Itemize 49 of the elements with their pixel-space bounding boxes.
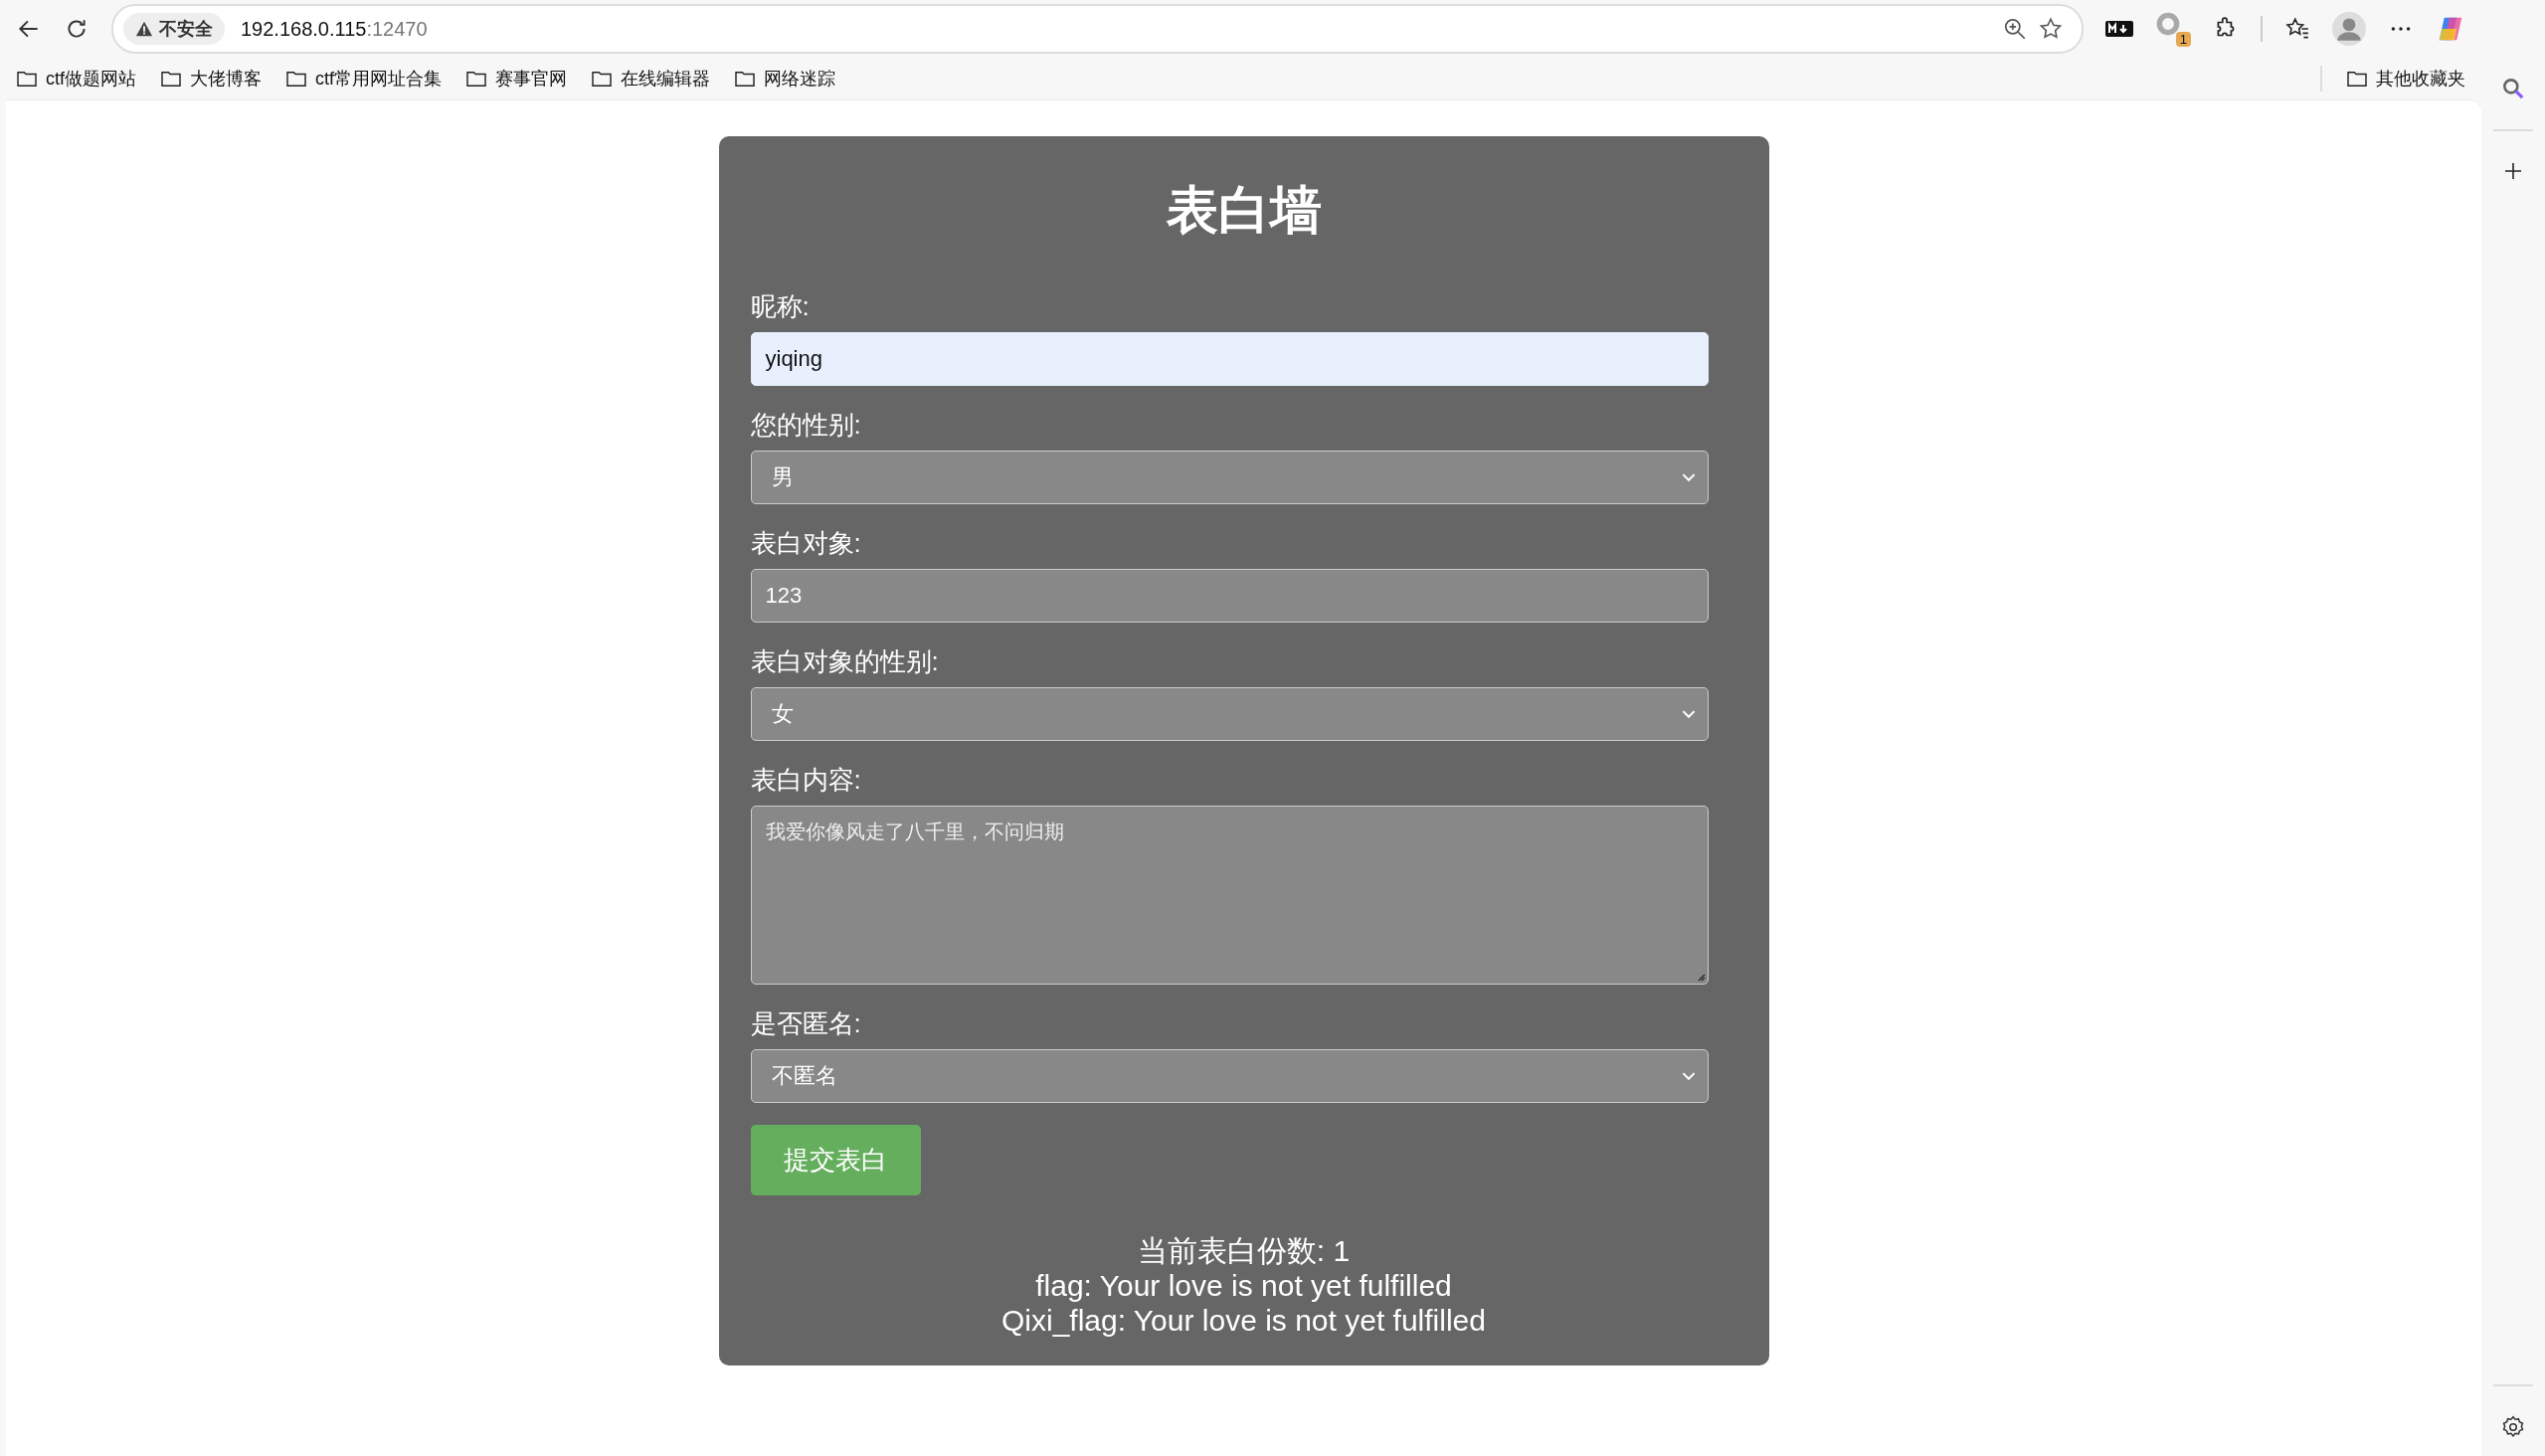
folder-icon xyxy=(734,70,757,88)
page-title: 表白墙 xyxy=(1165,180,1323,241)
folder-icon xyxy=(285,70,307,88)
result-text: 当前表白份数: 1 xyxy=(1136,1233,1352,1268)
dropdown[interactable]: 男 xyxy=(750,451,1709,504)
result-text: Qixi_flag: Your love is not yet fulfilled xyxy=(1000,1303,1487,1338)
dropdown[interactable]: 不匿名 xyxy=(750,1049,1709,1103)
warning-icon xyxy=(135,20,153,38)
markdown-icon[interactable] xyxy=(2105,19,2133,39)
text-field[interactable]: 123 xyxy=(750,569,1709,623)
dropdown-value: 女 xyxy=(771,700,794,728)
extension-button[interactable]: 1 xyxy=(2155,11,2191,47)
bookmark-folder[interactable]: 赛事官网 xyxy=(465,67,568,91)
dropdown[interactable]: 女 xyxy=(750,687,1709,741)
security-label: 不安全 xyxy=(159,18,213,41)
avatar-icon[interactable] xyxy=(2332,12,2366,46)
url-host: 192.168.0.115 xyxy=(241,17,367,41)
bookmark-folder[interactable]: 在线编辑器 xyxy=(591,67,711,91)
bookmark-folder[interactable]: ctf常用网址合集 xyxy=(285,67,443,91)
url-port: :12470 xyxy=(366,17,428,41)
field-label: 表白内容: xyxy=(750,764,862,797)
chevron-down-icon xyxy=(1681,709,1696,719)
folder-icon xyxy=(591,70,614,88)
extension-badge: 1 xyxy=(2175,32,2191,47)
field-label: 昵称: xyxy=(750,290,811,323)
other-bookmarks[interactable]: 其他收藏夹 xyxy=(2346,67,2465,91)
field-label: 是否匿名: xyxy=(750,1007,862,1040)
folder-icon xyxy=(2346,70,2368,88)
field-label: 表白对象: xyxy=(750,527,862,560)
folder-icon xyxy=(465,70,488,88)
bookmark-folder[interactable]: 大佬博客 xyxy=(160,67,262,91)
folder-icon xyxy=(160,70,182,88)
dropdown-value: 男 xyxy=(771,463,794,491)
text-area-value: 我爱你像风走了八千里，不问归期 xyxy=(765,819,1064,845)
folder-icon xyxy=(16,70,38,88)
dropdown-value: 不匿名 xyxy=(771,1062,837,1090)
security-warning[interactable]: 不安全 xyxy=(123,13,225,45)
address-bar[interactable]: 不安全 192.168.0.115:12470 xyxy=(111,4,2084,54)
bookmark-folder[interactable]: 网络迷踪 xyxy=(734,67,836,91)
zoom-icon[interactable] xyxy=(2002,16,2028,42)
search-icon[interactable] xyxy=(2500,76,2526,101)
field-label: 您的性别: xyxy=(750,409,862,442)
result-text: flag: Your love is not yet fulfilled xyxy=(1034,1268,1453,1303)
ring-icon xyxy=(2155,11,2181,37)
text-field[interactable]: yiqing xyxy=(750,332,1709,386)
bookmark-folder[interactable]: ctf做题网站 xyxy=(16,67,136,91)
chevron-down-icon xyxy=(1681,472,1696,482)
chevron-down-icon xyxy=(1681,1071,1696,1081)
field-label: 表白对象的性别: xyxy=(750,645,940,678)
